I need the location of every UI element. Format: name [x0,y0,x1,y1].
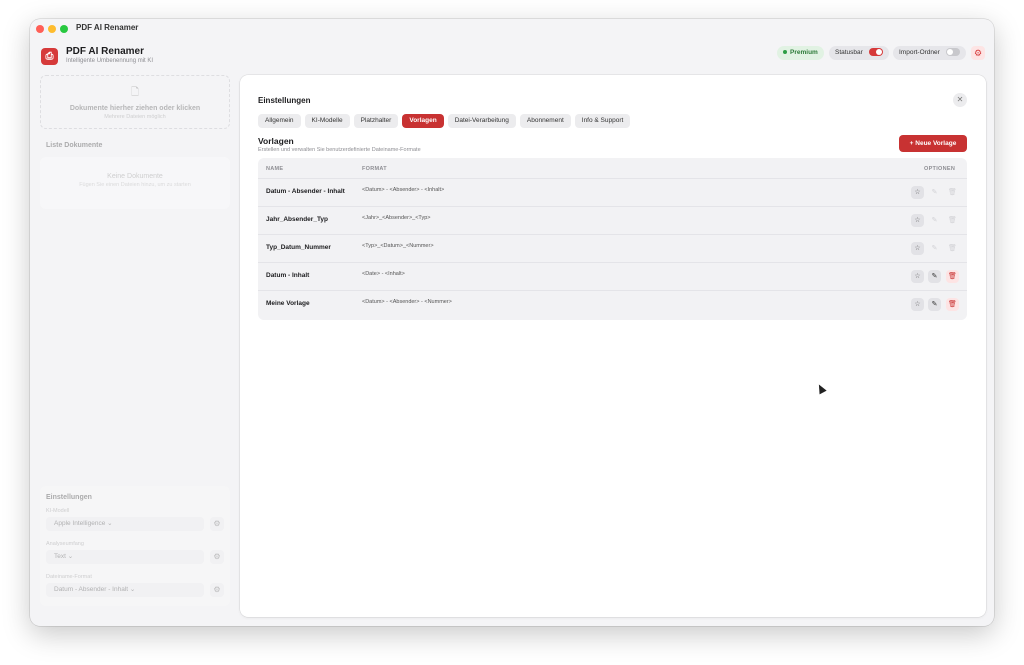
trash-icon[interactable]: 🗑 [946,270,959,283]
table-row: Jahr_Absender_Typ <Jahr>_<Absender>_<Typ… [258,206,967,234]
premium-badge[interactable]: Premium [777,46,824,60]
template-format: <Datum> - <Absender> - <Inhalt> [362,187,445,193]
import-folder-toggle-pill[interactable]: Import-Ordner [893,46,966,60]
ki-model-label: KI-Modell [46,508,70,514]
edit-icon: ✎ [931,217,938,224]
statusbar-toggle-pill[interactable]: Statusbar [829,46,889,60]
statusbar-label: Statusbar [835,49,863,56]
column-header-name: NAME [266,166,284,172]
star-icon[interactable]: ☆ [911,186,924,199]
trash-icon: 🗑 [948,245,957,252]
tab-abonnement[interactable]: Abonnement [519,114,571,128]
trash-icon: 🗑 [948,217,957,224]
ki-model-select[interactable]: Apple Intelligence ⌄ [46,517,204,531]
tab-allgemein[interactable]: Allgemein [258,114,301,128]
template-format: <Datum> - <Absender> - <Nummer> [362,299,452,305]
app-subtitle: Intelligente Umbenennung mit KI [66,58,154,64]
sidebar-settings: Einstellungen KI-Modell Apple Intelligen… [40,486,230,606]
template-name: Datum - Inhalt [266,272,310,279]
filename-format-label: Dateiname-Format [46,574,92,580]
analysis-scope-select[interactable]: Text ⌄ [46,550,204,564]
analysis-scope-label: Analyseumfang [46,541,84,547]
template-name: Meine Vorlage [266,300,310,307]
settings-gear-icon[interactable]: ⚙ [971,46,985,60]
tab-info-support[interactable]: Info & Support [574,114,631,128]
star-icon[interactable]: ☆ [911,242,924,255]
document-add-icon: 🗋 [130,87,140,98]
import-folder-toggle[interactable] [945,48,960,57]
app-name: PDF AI Renamer [66,46,144,57]
ki-model-value: Apple Intelligence [54,520,106,527]
edit-icon: ✎ [931,245,938,252]
column-header-options: OPTIONEN [924,166,956,172]
documents-list-title: Liste Dokumente [46,142,103,149]
ki-model-gear-icon[interactable]: ⚙ [210,517,224,531]
sidebar-settings-title: Einstellungen [46,494,92,501]
title-bar: PDF AI Renamer [30,19,994,38]
filename-format-value: Datum - Absender - Inhalt [54,586,129,593]
empty-list-subtitle: Fügen Sie einen Dateien hinzu, um zu sta… [79,182,191,188]
table-row: Datum - Absender - Inhalt <Datum> - <Abs… [258,178,967,206]
settings-tabs: Allgemein KI-Modelle Platzhalter Vorlage… [258,114,631,128]
star-icon[interactable]: ☆ [911,214,924,227]
filename-format-select[interactable]: Datum - Absender - Inhalt ⌄ [46,583,204,597]
template-name: Typ_Datum_Nummer [266,244,331,251]
app-header: ⎙ PDF AI Renamer Intelligente Umbenennun… [30,38,994,74]
template-format: <Jahr>_<Absender>_<Typ> [362,215,431,221]
panel-title: Einstellungen [258,96,311,105]
document-dropzone[interactable]: 🗋 Dokumente hierher ziehen oder klicken … [40,75,230,129]
section-subtitle: Erstellen und verwalten Sie benutzerdefi… [258,147,421,153]
table-row: Typ_Datum_Nummer <Typ>_<Datum>_<Nummer> … [258,234,967,262]
minimize-window-button[interactable] [48,25,56,33]
pdf-icon: ⎙ [41,48,58,65]
tab-vorlagen[interactable]: Vorlagen [402,114,444,128]
section-title: Vorlagen [258,136,294,146]
new-template-button[interactable]: + Neue Vorlage [899,135,967,152]
templates-table: NAME FORMAT OPTIONEN Datum - Absender - … [258,158,967,320]
star-icon[interactable]: ☆ [911,298,924,311]
window-title: PDF AI Renamer [76,23,139,32]
close-window-button[interactable] [36,25,44,33]
edit-icon[interactable]: ✎ [928,298,941,311]
tab-datei-verarbeitung[interactable]: Datei-Verarbeitung [447,114,516,128]
edit-icon: ✎ [931,189,938,196]
trash-icon[interactable]: 🗑 [946,298,959,311]
zoom-window-button[interactable] [60,25,68,33]
template-name: Jahr_Absender_Typ [266,216,329,223]
analysis-scope-value: Text [54,553,66,560]
tab-ki-modelle[interactable]: KI-Modelle [304,114,350,128]
app-window: PDF AI Renamer ⎙ PDF AI Renamer Intellig… [30,19,994,626]
dropzone-title: Dokumente hierher ziehen oder klicken [69,105,201,112]
star-icon[interactable]: ☆ [911,270,924,283]
template-format: <Date> - <Inhalt> [362,271,405,277]
filename-format-gear-icon[interactable]: ⚙ [210,583,224,597]
edit-icon[interactable]: ✎ [928,270,941,283]
import-folder-label: Import-Ordner [899,49,940,56]
premium-label: Premium [790,49,818,56]
dropzone-subtitle: Mehrere Dateien möglich [104,114,166,120]
sidebar: 🗋 Dokumente hierher ziehen oder klicken … [38,74,232,622]
template-format: <Typ>_<Datum>_<Nummer> [362,243,434,249]
trash-icon: 🗑 [948,189,957,196]
template-name: Datum - Absender - Inhalt [266,188,345,195]
close-icon[interactable]: ✕ [953,93,967,107]
settings-panel: Einstellungen ✕ Allgemein KI-Modelle Pla… [240,75,986,617]
table-row: Meine Vorlage <Datum> - <Absender> - <Nu… [258,290,967,318]
documents-list: Keine Dokumente Fügen Sie einen Dateien … [40,157,230,209]
statusbar-toggle[interactable] [868,48,883,57]
analysis-scope-gear-icon[interactable]: ⚙ [210,550,224,564]
table-row: Datum - Inhalt <Date> - <Inhalt> ☆ ✎ 🗑 [258,262,967,290]
column-header-format: FORMAT [362,166,387,172]
status-dot-icon [783,50,787,55]
empty-list-title: Keine Dokumente [107,173,163,180]
tab-platzhalter[interactable]: Platzhalter [353,114,399,128]
